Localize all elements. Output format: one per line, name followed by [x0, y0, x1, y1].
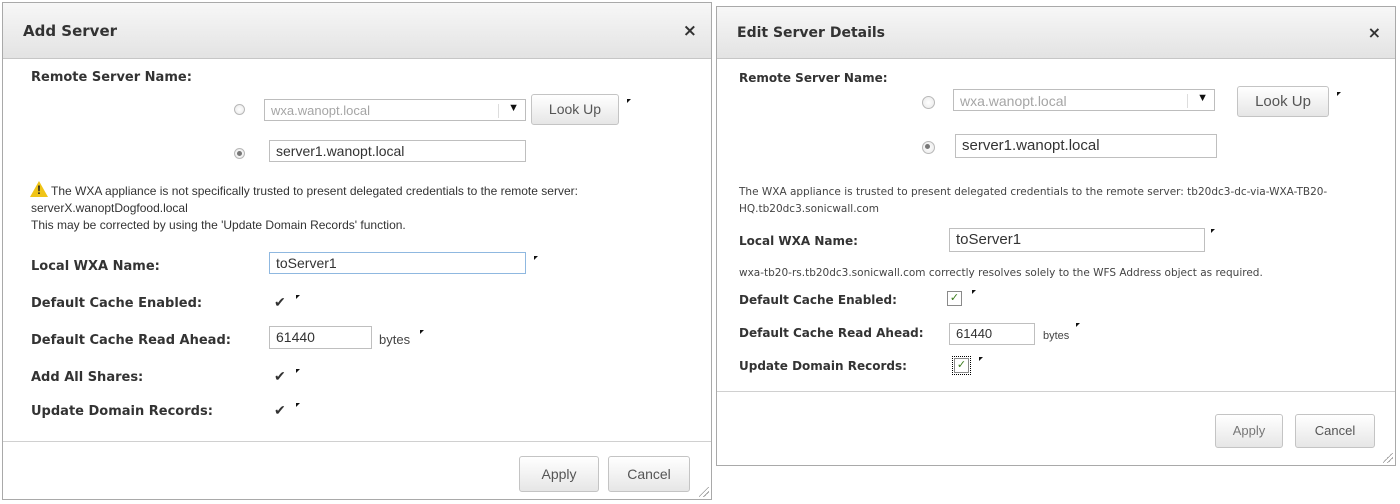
help-marker-icon — [979, 357, 983, 361]
cancel-button[interactable]: Cancel — [608, 456, 690, 492]
manual-server-radio[interactable] — [922, 141, 935, 154]
bytes-unit-label: bytes — [1043, 330, 1070, 342]
update-domain-records-label: Update Domain Records: — [31, 404, 213, 419]
lookup-radio[interactable] — [922, 96, 935, 109]
dialog-titlebar[interactable]: Edit Server Details × — [717, 7, 1395, 59]
lookup-server-select[interactable]: wxa.wanopt.local ▼ — [264, 99, 526, 121]
remote-server-label: Remote Server Name: — [739, 71, 888, 85]
local-wxa-input[interactable]: toServer1 — [949, 228, 1205, 252]
local-wxa-input[interactable]: toServer1 — [269, 252, 526, 274]
add-server-dialog: Add Server × Remote Server Name: wxa.wan… — [2, 2, 712, 500]
lookup-select-value: wxa.wanopt.local — [960, 93, 1067, 109]
resize-grip-icon[interactable] — [1383, 453, 1393, 463]
help-marker-icon — [420, 330, 424, 334]
lookup-server-select[interactable]: wxa.wanopt.local ▼ — [953, 89, 1215, 111]
resize-grip-icon[interactable] — [699, 487, 709, 497]
help-marker-icon — [627, 99, 631, 103]
warning-icon-mark: ! — [37, 183, 41, 197]
select-separator — [498, 104, 499, 118]
footer-divider — [3, 441, 711, 442]
server-name-input[interactable]: server1.wanopt.local — [269, 140, 526, 162]
dropdown-arrow-icon: ▼ — [508, 102, 519, 114]
cancel-button[interactable]: Cancel — [1295, 414, 1375, 448]
dialog-titlebar[interactable]: Add Server × — [3, 3, 711, 59]
apply-button[interactable]: Apply — [519, 456, 599, 492]
default-cache-enabled-checkbox[interactable]: ✔ — [274, 294, 286, 311]
warning-text-line2: serverX.wanoptDogfood.local — [31, 201, 188, 215]
local-wxa-label: Local WXA Name: — [739, 234, 858, 248]
help-marker-icon — [1076, 323, 1080, 327]
help-marker-icon — [972, 290, 976, 294]
update-domain-records-checkbox[interactable]: ✓ — [952, 356, 971, 375]
edit-server-dialog: Edit Server Details × Remote Server Name… — [716, 6, 1396, 466]
add-all-shares-label: Add All Shares: — [31, 370, 144, 385]
trust-text-line1: The WXA appliance is trusted to present … — [739, 186, 1328, 198]
default-cache-enabled-label: Default Cache Enabled: — [739, 293, 897, 307]
read-ahead-label: Default Cache Read Ahead: — [739, 326, 924, 340]
read-ahead-input[interactable]: 61440 — [949, 323, 1035, 345]
help-marker-icon — [1211, 229, 1215, 233]
select-separator — [1187, 94, 1188, 108]
update-domain-records-label: Update Domain Records: — [739, 359, 907, 373]
dialog-title: Add Server — [23, 22, 118, 40]
read-ahead-input[interactable]: 61440 — [269, 326, 372, 349]
default-cache-enabled-checkbox[interactable]: ✓ — [947, 291, 962, 306]
warning-text-line3: This may be corrected by using the 'Upda… — [31, 218, 406, 232]
bytes-unit-label: bytes — [379, 332, 411, 347]
resolve-message: wxa-tb20-rs.tb20dc3.sonicwall.com correc… — [739, 267, 1263, 279]
remote-server-label: Remote Server Name: — [31, 70, 192, 85]
footer-divider — [717, 391, 1395, 392]
help-marker-icon — [534, 256, 538, 260]
help-marker-icon — [1337, 92, 1341, 96]
lookup-select-value: wxa.wanopt.local — [271, 103, 370, 118]
help-marker-icon — [296, 403, 300, 407]
close-icon[interactable]: × — [683, 21, 697, 41]
trust-text-line2: HQ.tb20dc3.sonicwall.com — [739, 203, 879, 215]
apply-button[interactable]: Apply — [1215, 414, 1283, 448]
close-icon[interactable]: × — [1368, 23, 1381, 42]
lookup-button[interactable]: Look Up — [1237, 86, 1329, 117]
lookup-radio[interactable] — [234, 104, 245, 115]
warning-text-line1: The WXA appliance is not specifically tr… — [51, 184, 578, 198]
help-marker-icon — [296, 295, 300, 299]
local-wxa-label: Local WXA Name: — [31, 259, 160, 274]
default-cache-enabled-label: Default Cache Enabled: — [31, 296, 203, 311]
manual-server-radio[interactable] — [234, 148, 245, 159]
dialog-title: Edit Server Details — [737, 25, 886, 41]
read-ahead-label: Default Cache Read Ahead: — [31, 333, 231, 348]
dropdown-arrow-icon: ▼ — [1197, 92, 1208, 104]
help-marker-icon — [296, 369, 300, 373]
server-name-input[interactable]: server1.wanopt.local — [955, 134, 1217, 158]
update-domain-records-checkbox[interactable]: ✔ — [274, 402, 286, 419]
add-all-shares-checkbox[interactable]: ✔ — [274, 368, 286, 385]
lookup-button[interactable]: Look Up — [531, 94, 619, 125]
